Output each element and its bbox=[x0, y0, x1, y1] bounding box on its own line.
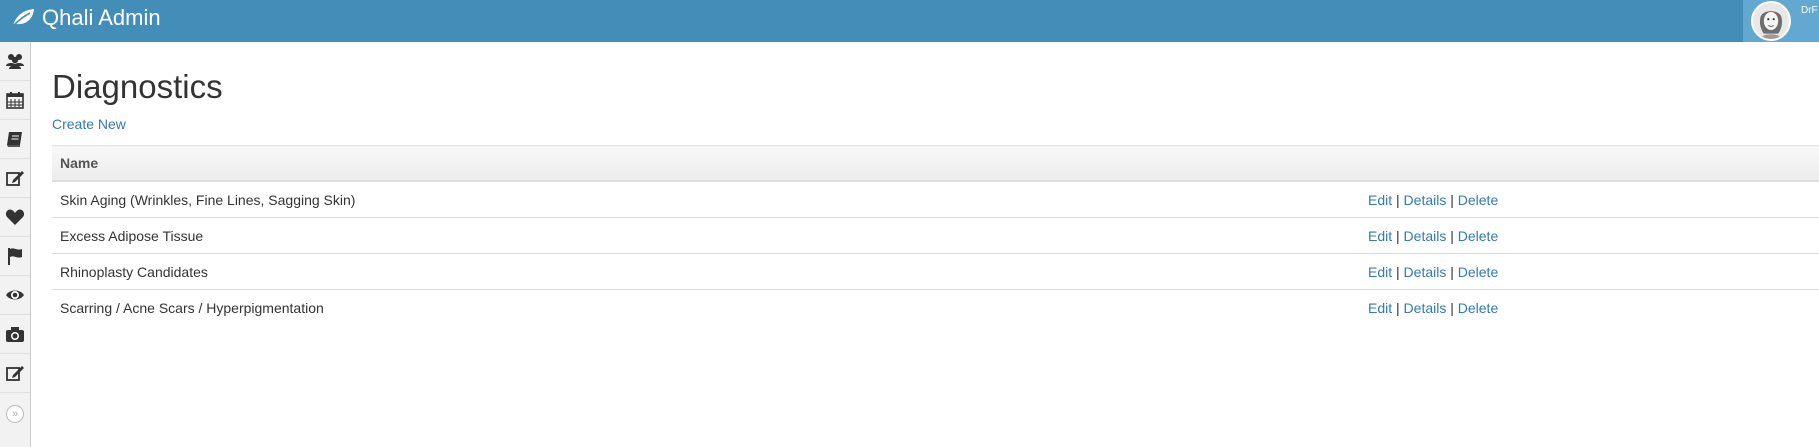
diagnostics-table: Name Skin Aging (Wrinkles, Fine Lines, S… bbox=[52, 145, 1819, 325]
user-menu[interactable]: DrF bbox=[1743, 0, 1819, 42]
action-separator: | bbox=[1396, 263, 1400, 280]
row-actions: Edit | Details | Delete bbox=[1360, 181, 1819, 218]
edit-link[interactable]: Edit bbox=[1368, 264, 1392, 280]
diagnostic-name: Excess Adipose Tissue bbox=[52, 217, 1360, 254]
edit-icon bbox=[6, 366, 24, 381]
details-link[interactable]: Details bbox=[1404, 192, 1447, 208]
flag-icon bbox=[8, 248, 22, 265]
avatar bbox=[1751, 1, 1791, 41]
navbar: Qhali Admin DrF bbox=[0, 0, 1819, 42]
table-row: Scarring / Acne Scars / Hyperpigmentatio… bbox=[52, 290, 1819, 326]
action-separator: | bbox=[1450, 227, 1454, 244]
details-link[interactable]: Details bbox=[1404, 264, 1447, 280]
sidebar-item-edit[interactable] bbox=[0, 159, 30, 198]
diagnostic-name: Scarring / Acne Scars / Hyperpigmentatio… bbox=[60, 299, 324, 316]
table-row: Skin Aging (Wrinkles, Fine Lines, Saggin… bbox=[52, 181, 1819, 218]
table-body: Skin Aging (Wrinkles, Fine Lines, Saggin… bbox=[52, 181, 1819, 325]
action-separator: | bbox=[1450, 263, 1454, 280]
sidebar-item-heart[interactable] bbox=[0, 198, 30, 237]
diagnostic-name: Rhinoplasty Candidates bbox=[52, 253, 1360, 290]
leaf-icon bbox=[12, 9, 34, 27]
action-separator: | bbox=[1450, 299, 1454, 316]
sidebar-item-flag[interactable] bbox=[0, 237, 30, 276]
column-header-actions bbox=[1360, 145, 1819, 182]
table-row: Rhinoplasty Candidates Edit | Details | D… bbox=[52, 253, 1819, 290]
eye-icon bbox=[6, 290, 24, 300]
sidebar-item-edit-2[interactable] bbox=[0, 354, 30, 393]
row-actions: Edit | Details | Delete bbox=[1360, 253, 1819, 290]
brand-title: Qhali Admin bbox=[42, 5, 161, 30]
sidebar-item-calendar[interactable] bbox=[0, 81, 30, 120]
table-row: Excess Adipose Tissue Edit | Details | De… bbox=[52, 217, 1819, 254]
delete-link[interactable]: Delete bbox=[1458, 264, 1498, 280]
edit-link[interactable]: Edit bbox=[1368, 300, 1392, 316]
delete-link[interactable]: Delete bbox=[1458, 300, 1498, 316]
camera-icon bbox=[6, 327, 24, 342]
action-separator: | bbox=[1396, 299, 1400, 316]
user-name: DrF bbox=[1801, 5, 1818, 16]
sidebar-item-camera[interactable] bbox=[0, 315, 30, 354]
details-link[interactable]: Details bbox=[1404, 300, 1447, 316]
row-actions: Edit | Details | Delete bbox=[1360, 290, 1819, 326]
sidebar-collapse-button[interactable]: » bbox=[0, 400, 30, 428]
edit-link[interactable]: Edit bbox=[1368, 192, 1392, 208]
users-icon bbox=[6, 54, 24, 69]
diagnostic-name: Skin Aging (Wrinkles, Fine Lines, Saggin… bbox=[52, 181, 1360, 218]
sidebar: » bbox=[0, 42, 31, 447]
sidebar-item-book[interactable] bbox=[0, 120, 30, 159]
edit-icon bbox=[6, 171, 24, 186]
book-icon bbox=[7, 132, 22, 147]
calendar-icon bbox=[6, 92, 24, 109]
action-separator: | bbox=[1396, 227, 1400, 244]
action-separator: | bbox=[1396, 191, 1400, 208]
table-header-row: Name bbox=[52, 145, 1819, 182]
sidebar-item-users[interactable] bbox=[0, 42, 30, 81]
brand-link[interactable]: Qhali Admin bbox=[10, 0, 161, 36]
action-separator: | bbox=[1450, 191, 1454, 208]
column-header-name: Name bbox=[52, 145, 1360, 182]
double-chevron-right-icon: » bbox=[6, 405, 24, 423]
delete-link[interactable]: Delete bbox=[1458, 228, 1498, 244]
details-link[interactable]: Details bbox=[1404, 228, 1447, 244]
create-new-link[interactable]: Create New bbox=[52, 116, 126, 132]
heart-icon bbox=[5, 209, 25, 225]
sidebar-item-eye[interactable] bbox=[0, 276, 30, 315]
edit-link[interactable]: Edit bbox=[1368, 228, 1392, 244]
row-actions: Edit | Details | Delete bbox=[1360, 217, 1819, 254]
page-title: Diagnostics bbox=[52, 68, 223, 105]
delete-link[interactable]: Delete bbox=[1458, 192, 1498, 208]
